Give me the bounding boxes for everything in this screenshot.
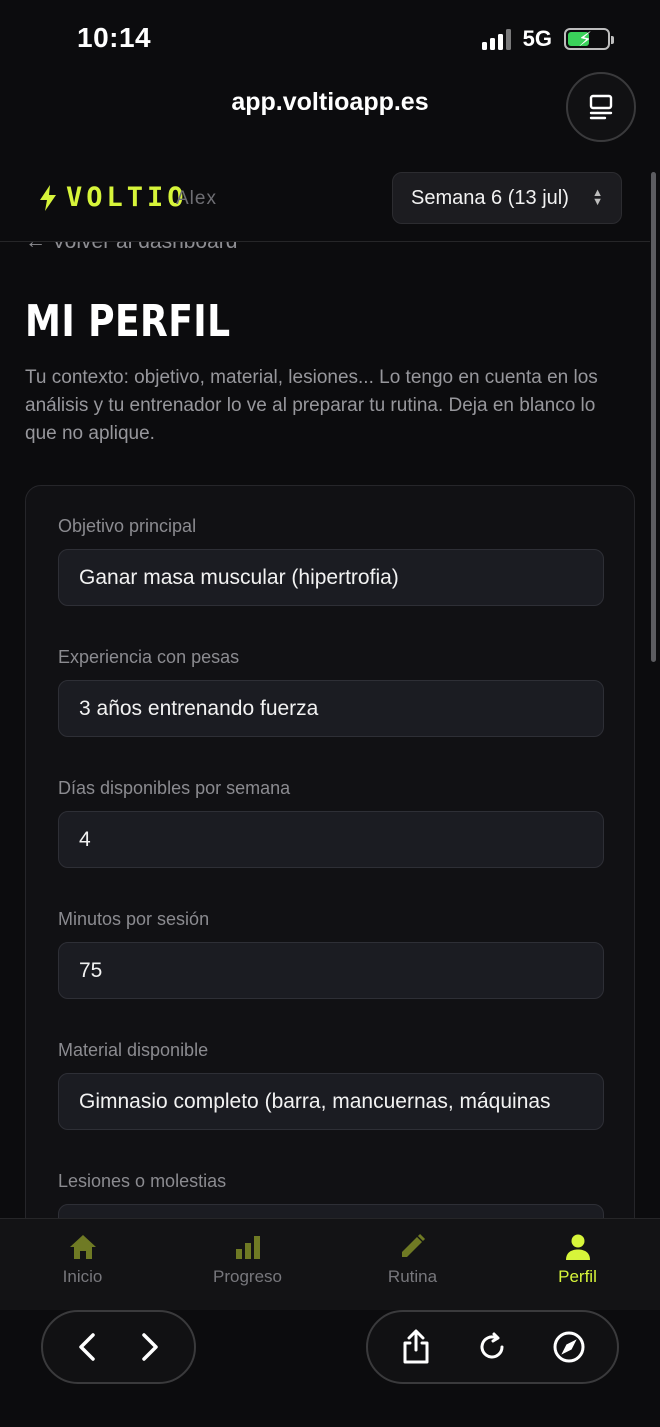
status-bar: 10:14 5G ⚡ xyxy=(0,0,660,80)
lesiones-input[interactable] xyxy=(58,1204,604,1218)
bottom-tab-bar: Inicio Progreso Rutina Perfil xyxy=(0,1218,660,1310)
material-input[interactable]: Gimnasio completo (barra, mancuernas, má… xyxy=(58,1073,604,1130)
page-scrollbar[interactable] xyxy=(651,172,656,662)
bar-chart-icon xyxy=(235,1236,260,1259)
tab-perfil[interactable]: Perfil xyxy=(495,1219,660,1310)
field-dias: Días disponibles por semana 4 xyxy=(58,778,604,868)
bolt-icon xyxy=(40,184,56,211)
chevron-up-down-icon: ▲ ▼ xyxy=(592,187,603,208)
back-button[interactable] xyxy=(68,1327,108,1367)
tab-label: Progreso xyxy=(213,1267,282,1286)
person-icon xyxy=(565,1234,590,1260)
tab-label: Inicio xyxy=(62,1267,103,1286)
page-title: MI PERFIL xyxy=(25,296,231,347)
network-label: 5G xyxy=(522,26,552,51)
reader-icon xyxy=(589,94,613,120)
signal-icon xyxy=(481,28,511,50)
pencil-icon xyxy=(401,1233,425,1257)
field-material: Material disponible Gimnasio completo (b… xyxy=(58,1040,604,1130)
field-label: Material disponible xyxy=(58,1040,209,1060)
browser-address-bar: app.voltioapp.es xyxy=(0,72,660,150)
chevron-right-icon xyxy=(142,1333,158,1361)
url-text[interactable]: app.voltioapp.es xyxy=(0,88,660,117)
field-objetivo: Objetivo principal Ganar masa muscular (… xyxy=(58,516,604,606)
week-selector-value: Semana 6 (13 jul) xyxy=(411,186,569,209)
field-label: Objetivo principal xyxy=(58,516,197,536)
field-minutos: Minutos por sesión 75 xyxy=(58,909,604,999)
safari-compass-button[interactable] xyxy=(549,1327,589,1367)
tab-inicio[interactable]: Inicio xyxy=(0,1219,165,1310)
objetivo-input[interactable]: Ganar masa muscular (hipertrofia) xyxy=(58,549,604,606)
app-header: VOLTIO Alex Semana 6 (13 jul) ▲ ▼ xyxy=(0,160,650,242)
field-label: Lesiones o molestias xyxy=(58,1171,227,1191)
back-to-dashboard-link[interactable]: ← Volver al dashboard xyxy=(25,242,237,254)
profile-form-card: Objetivo principal Ganar masa muscular (… xyxy=(25,485,635,1218)
tab-rutina[interactable]: Rutina xyxy=(330,1219,495,1310)
reader-view-button[interactable] xyxy=(566,72,636,142)
tab-progreso[interactable]: Progreso xyxy=(165,1219,330,1310)
field-label: Experiencia con pesas xyxy=(58,647,240,667)
browser-actions-group xyxy=(366,1310,619,1384)
status-indicators: 5G ⚡ xyxy=(481,26,614,52)
minutos-input[interactable]: 75 xyxy=(58,942,604,999)
logo-text: VOLTIO xyxy=(66,182,188,213)
share-button[interactable] xyxy=(396,1327,436,1367)
chevron-left-icon xyxy=(79,1333,95,1361)
dias-input[interactable]: 4 xyxy=(58,811,604,868)
username: Alex xyxy=(176,188,217,209)
week-selector[interactable]: Semana 6 (13 jul) ▲ ▼ xyxy=(392,172,622,224)
field-label: Minutos por sesión xyxy=(58,909,210,929)
history-nav-group xyxy=(41,1310,196,1384)
tab-label: Perfil xyxy=(558,1267,597,1286)
browser-toolbar xyxy=(0,1310,660,1427)
tab-label: Rutina xyxy=(387,1267,438,1286)
status-time: 10:14 xyxy=(77,22,152,53)
main-content: ← Volver al dashboard MI PERFIL Tu conte… xyxy=(0,242,650,1218)
field-label: Días disponibles por semana xyxy=(58,778,291,798)
field-lesiones: Lesiones o molestias xyxy=(58,1171,604,1218)
battery-icon: ⚡ xyxy=(564,28,614,51)
reload-button[interactable] xyxy=(472,1327,512,1367)
home-icon xyxy=(69,1235,96,1259)
experiencia-input[interactable]: 3 años entrenando fuerza xyxy=(58,680,604,737)
reload-icon xyxy=(481,1332,504,1359)
field-experiencia: Experiencia con pesas 3 años entrenando … xyxy=(58,647,604,737)
logo[interactable]: VOLTIO xyxy=(38,182,188,213)
page-description: Tu contexto: objetivo, material, lesione… xyxy=(25,367,598,444)
forward-button[interactable] xyxy=(129,1327,169,1367)
share-icon xyxy=(403,1329,429,1364)
compass-icon xyxy=(553,1331,585,1363)
